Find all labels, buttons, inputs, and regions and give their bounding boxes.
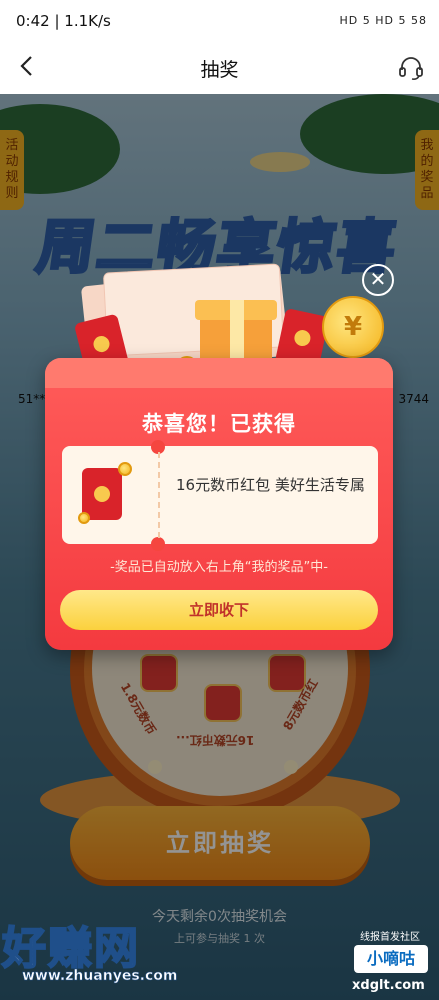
small-coin-icon — [118, 462, 132, 476]
status-indicators: HD 5 HD 5 58 — [339, 14, 427, 27]
red-packet-seal-icon — [94, 486, 110, 502]
watermark-brand-left: 好赚网 — [1, 922, 140, 975]
prize-red-packet-icon — [82, 468, 122, 520]
customer-service-headset-icon[interactable] — [397, 54, 425, 82]
prize-location-notice: -奖品已自动放入右上角“我的奖品”中- — [110, 560, 328, 575]
close-icon[interactable]: ✕ — [362, 264, 394, 296]
red-packet-seal-icon — [292, 328, 312, 348]
red-packet-seal-icon — [91, 334, 112, 354]
watermark-tagline-right: 线报首发社区 — [360, 932, 420, 943]
prize-name: 16元数币红包 美好生活专属 — [176, 476, 365, 494]
status-bar: 0:42 | 1.1K/s HD 5 HD 5 58 — [0, 0, 439, 42]
gold-coin-icon: ¥ — [322, 296, 384, 358]
envelope-flap — [45, 358, 393, 388]
congrats-title: 恭喜您！已获得 — [142, 412, 296, 436]
ticket-divider — [158, 452, 160, 538]
page-title: 抽奖 — [200, 59, 239, 81]
collect-now-button[interactable]: 立即收下 — [60, 590, 378, 630]
small-coin-icon — [78, 512, 90, 524]
watermark-url-left: www.zhuanyes.com — [22, 968, 178, 985]
top-nav-bar: 抽奖 — [0, 42, 439, 94]
watermark-url-right: xdglt.com — [352, 978, 425, 993]
watermark-brand-right: 小嘀咕 — [354, 945, 428, 973]
status-time-speed: 0:42 | 1.1K/s — [16, 12, 111, 30]
ticket-notch — [151, 537, 165, 551]
